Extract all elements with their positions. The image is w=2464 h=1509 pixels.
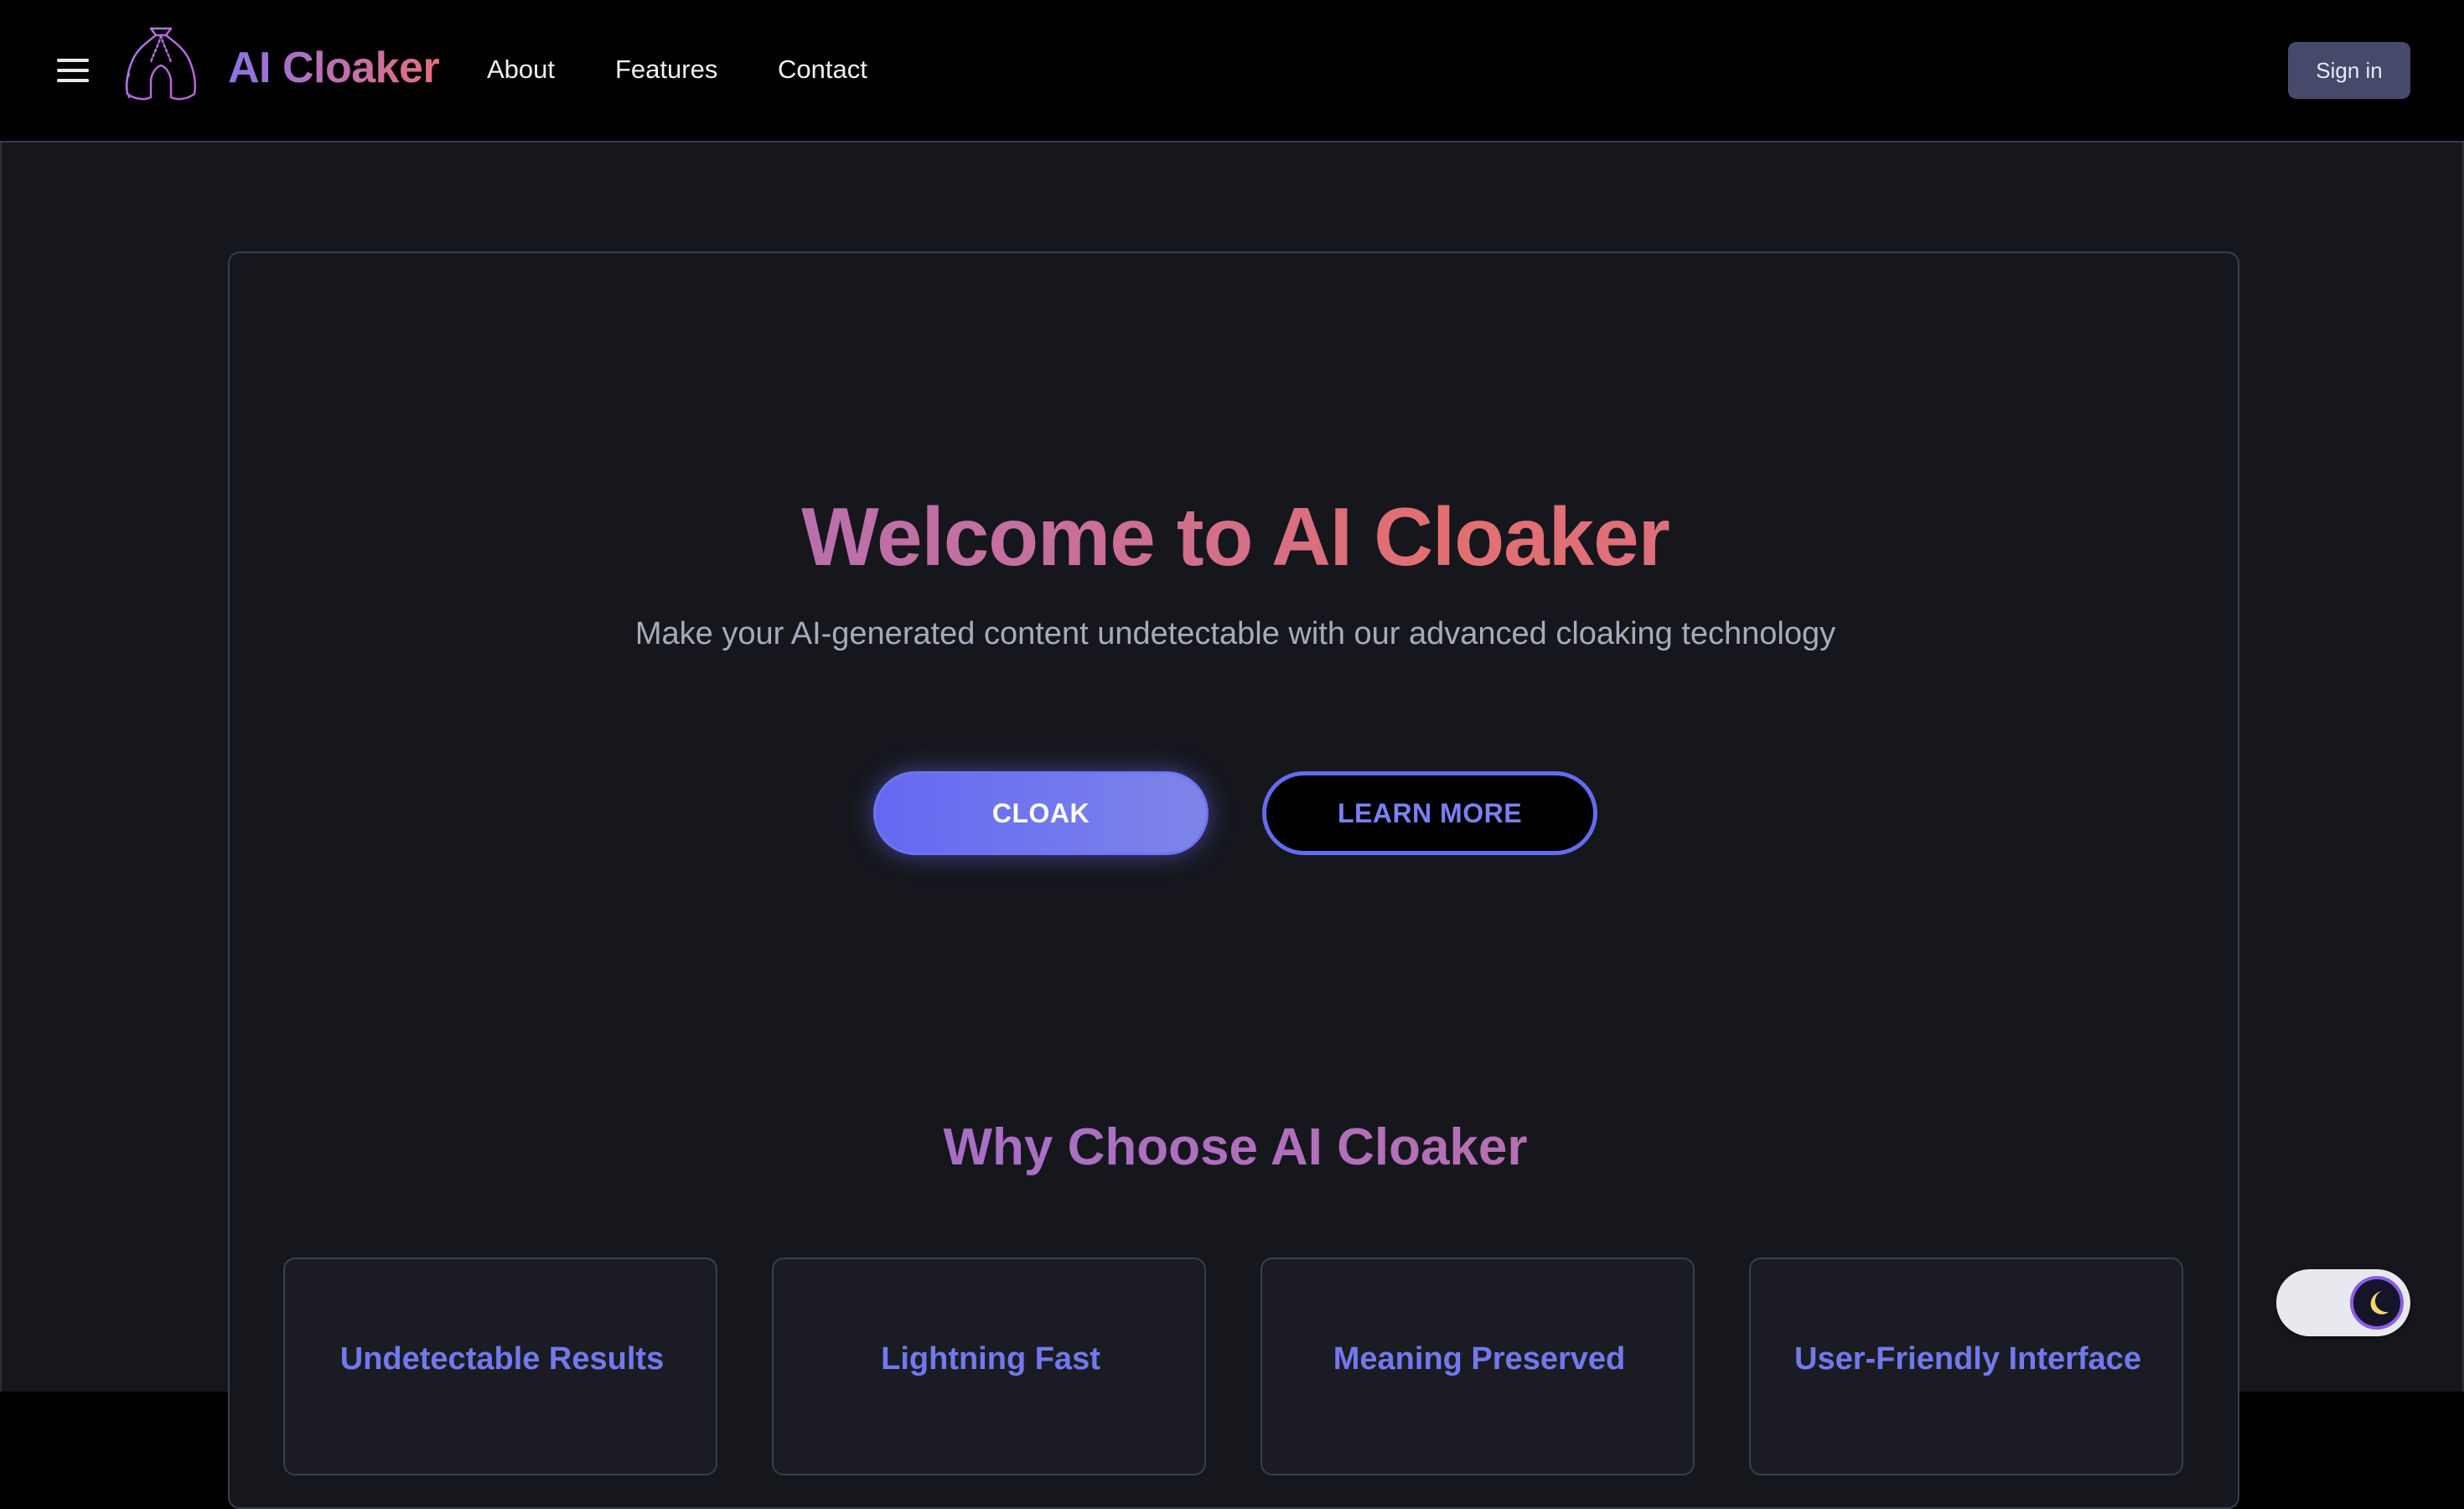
feature-title: Meaning Preserved	[1333, 1341, 1626, 1377]
sign-in-button[interactable]: Sign in	[2288, 42, 2410, 99]
feature-card-meaning: Meaning Preserved	[1260, 1258, 1695, 1475]
hero-subtitle: Make your AI-generated content undetecta…	[634, 616, 1836, 651]
nav-contact[interactable]: Contact	[778, 54, 867, 85]
feature-title: Undetectable Results	[339, 1341, 665, 1377]
feature-title: Lightning Fast	[881, 1341, 1100, 1377]
learn-more-button[interactable]: LEARN MORE	[1262, 771, 1597, 855]
top-navbar: AI Cloaker About Features Contact Sign i…	[0, 0, 2464, 143]
hero-title: Welcome to AI Cloaker	[230, 488, 2241, 587]
brand-name[interactable]: AI Cloaker	[228, 42, 440, 94]
main-content: Welcome to AI Cloaker Make your AI-gener…	[0, 143, 2464, 1509]
nav-about[interactable]: About	[487, 54, 555, 85]
feature-card-undetectable: Undetectable Results	[283, 1258, 717, 1475]
cloak-logo-icon[interactable]	[122, 23, 199, 106]
feature-card-user-friendly: User-Friendly Interface	[1749, 1258, 2183, 1475]
nav-features[interactable]: Features	[615, 54, 717, 85]
menu-icon[interactable]	[57, 59, 89, 82]
toggle-knob	[2350, 1276, 2404, 1330]
features-section-title: Why Choose AI Cloaker	[230, 1117, 2241, 1179]
theme-toggle[interactable]	[2276, 1269, 2410, 1336]
moon-icon	[2370, 1291, 2389, 1315]
cloak-button[interactable]: CLOAK	[873, 771, 1209, 855]
feature-title: User-Friendly Interface	[1794, 1341, 2141, 1377]
hero-card: Welcome to AI Cloaker Make your AI-gener…	[228, 252, 2239, 1509]
feature-card-fast: Lightning Fast	[772, 1258, 1206, 1475]
